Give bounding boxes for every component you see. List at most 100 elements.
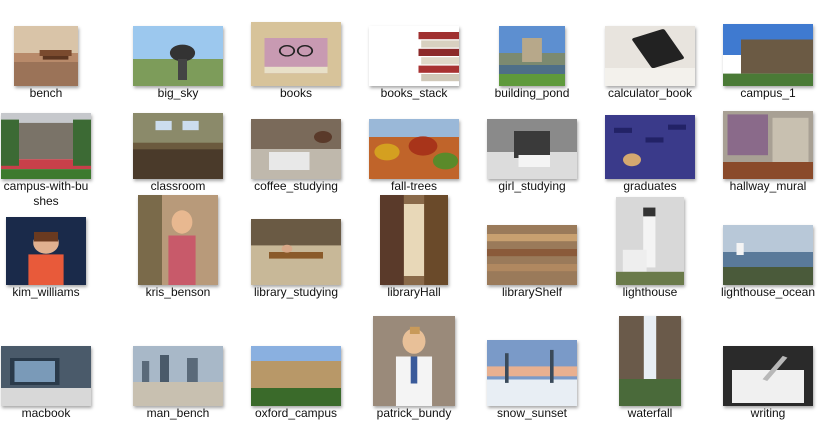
- file-item[interactable]: coffee_studying: [240, 103, 352, 211]
- thumbnail-frame: [122, 330, 234, 418]
- image-thumbnail-icon[interactable]: [487, 119, 577, 179]
- file-name-label[interactable]: lighthouse: [596, 285, 704, 300]
- thumbnail-frame: [122, 10, 234, 98]
- image-thumbnail-icon[interactable]: [14, 26, 78, 86]
- file-item[interactable]: lighthouse: [594, 197, 706, 317]
- image-thumbnail-icon[interactable]: [133, 26, 223, 86]
- image-thumbnail-icon[interactable]: [380, 195, 448, 285]
- file-name-label[interactable]: coffee_studying: [242, 179, 350, 194]
- file-name-label[interactable]: macbook: [0, 406, 100, 421]
- file-name-label[interactable]: calculator_book: [596, 86, 704, 101]
- thumbnail-frame: [122, 103, 234, 191]
- thumbnail-frame: [712, 103, 824, 191]
- file-item[interactable]: calculator_book: [594, 10, 706, 118]
- file-item[interactable]: waterfall: [594, 316, 706, 438]
- file-item[interactable]: hallway_mural: [712, 103, 824, 211]
- image-thumbnail-icon[interactable]: [251, 346, 341, 406]
- file-item[interactable]: kris_benson: [122, 195, 234, 317]
- image-thumbnail-icon[interactable]: [1, 346, 91, 406]
- thumbnail-frame: [0, 103, 102, 191]
- file-item[interactable]: bench: [0, 10, 102, 118]
- thumbnail-frame: [712, 10, 824, 98]
- file-item[interactable]: snow_sunset: [476, 330, 588, 438]
- file-name-label[interactable]: graduates: [596, 179, 704, 194]
- file-name-label[interactable]: libraryShelf: [478, 285, 586, 300]
- file-name-label[interactable]: man_bench: [124, 406, 232, 421]
- image-thumbnail-icon[interactable]: [605, 115, 695, 179]
- file-item[interactable]: kim_williams: [0, 209, 102, 317]
- file-name-label[interactable]: lighthouse_ocean: [714, 285, 822, 300]
- thumbnail-frame: [240, 209, 352, 297]
- file-item[interactable]: writing: [712, 330, 824, 438]
- image-thumbnail-icon[interactable]: [133, 346, 223, 406]
- image-thumbnail-icon[interactable]: [251, 219, 341, 285]
- thumbnail-frame: [594, 316, 706, 418]
- thumbnail-frame: [712, 330, 824, 418]
- file-item[interactable]: campus-with-bu shes: [0, 103, 102, 211]
- file-name-label[interactable]: patrick_bundy: [360, 406, 468, 421]
- file-name-label[interactable]: kim_williams: [0, 285, 100, 300]
- file-name-label[interactable]: oxford_campus: [242, 406, 350, 421]
- file-name-label[interactable]: hallway_mural: [714, 179, 822, 194]
- image-thumbnail-icon[interactable]: [369, 26, 459, 86]
- thumbnail-frame: [240, 10, 352, 98]
- thumbnail-frame: [594, 197, 706, 297]
- file-name-label[interactable]: campus_1: [714, 86, 822, 101]
- image-thumbnail-icon[interactable]: [499, 26, 565, 86]
- image-thumbnail-icon[interactable]: [251, 22, 341, 86]
- file-name-label[interactable]: writing: [714, 406, 822, 421]
- file-item[interactable]: graduates: [594, 103, 706, 211]
- file-item[interactable]: library_studying: [240, 209, 352, 317]
- file-name-label[interactable]: building_pond: [478, 86, 586, 101]
- file-item[interactable]: oxford_campus: [240, 330, 352, 438]
- image-thumbnail-icon[interactable]: [487, 225, 577, 285]
- file-name-label[interactable]: library_studying: [242, 285, 350, 300]
- file-name-label[interactable]: bench: [0, 86, 100, 101]
- file-item[interactable]: campus_1: [712, 10, 824, 118]
- file-name-label[interactable]: snow_sunset: [478, 406, 586, 421]
- thumbnail-frame: [476, 209, 588, 297]
- thumbnail-frame: [476, 10, 588, 98]
- thumbnail-frame: [0, 209, 102, 297]
- file-name-label[interactable]: kris_benson: [124, 285, 232, 300]
- file-name-label[interactable]: classroom: [124, 179, 232, 194]
- file-item[interactable]: man_bench: [122, 330, 234, 438]
- image-thumbnail-icon[interactable]: [605, 26, 695, 86]
- image-thumbnail-icon[interactable]: [6, 217, 86, 285]
- image-thumbnail-icon[interactable]: [373, 316, 455, 406]
- file-name-label[interactable]: books_stack: [360, 86, 468, 101]
- image-thumbnail-icon[interactable]: [619, 316, 681, 406]
- file-item[interactable]: libraryShelf: [476, 209, 588, 317]
- file-item[interactable]: big_sky: [122, 10, 234, 118]
- file-name-label[interactable]: campus-with-bu shes: [0, 179, 100, 209]
- file-item[interactable]: books: [240, 10, 352, 118]
- thumbnail-frame: [476, 330, 588, 418]
- file-item[interactable]: books_stack: [358, 10, 470, 118]
- image-thumbnail-icon[interactable]: [138, 195, 218, 285]
- file-name-label[interactable]: fall-trees: [360, 179, 468, 194]
- image-thumbnail-icon[interactable]: [251, 119, 341, 179]
- file-name-label[interactable]: libraryHall: [360, 285, 468, 300]
- image-thumbnail-icon[interactable]: [487, 340, 577, 406]
- file-item[interactable]: building_pond: [476, 10, 588, 118]
- thumbnail-frame: [358, 195, 470, 297]
- image-thumbnail-icon[interactable]: [723, 24, 813, 86]
- image-thumbnail-icon[interactable]: [369, 119, 459, 179]
- file-name-label[interactable]: girl_studying: [478, 179, 586, 194]
- image-thumbnail-icon[interactable]: [723, 225, 813, 285]
- file-name-label[interactable]: books: [242, 86, 350, 101]
- image-thumbnail-icon[interactable]: [1, 113, 91, 179]
- file-item[interactable]: patrick_bundy: [358, 316, 470, 438]
- file-item[interactable]: libraryHall: [358, 195, 470, 317]
- file-name-label[interactable]: waterfall: [596, 406, 704, 421]
- file-item[interactable]: lighthouse_ocean: [712, 209, 824, 317]
- image-thumbnail-icon[interactable]: [723, 346, 813, 406]
- thumbnail-frame: [358, 103, 470, 191]
- image-thumbnail-icon[interactable]: [616, 197, 684, 285]
- image-thumbnail-icon[interactable]: [133, 113, 223, 179]
- file-item[interactable]: macbook: [0, 330, 102, 438]
- thumbnail-frame: [122, 195, 234, 297]
- file-name-label[interactable]: big_sky: [124, 86, 232, 101]
- file-item[interactable]: girl_studying: [476, 103, 588, 211]
- image-thumbnail-icon[interactable]: [723, 111, 813, 179]
